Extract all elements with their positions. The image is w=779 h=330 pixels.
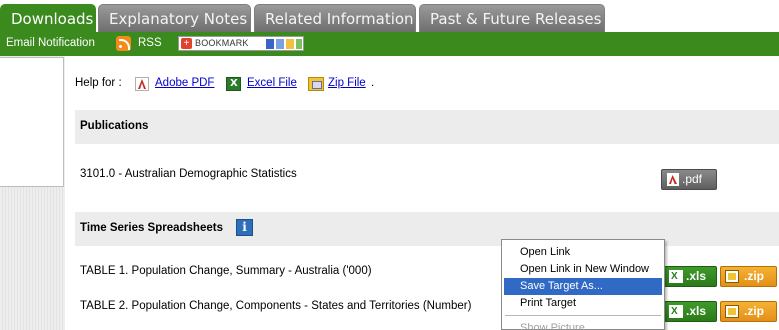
info-icon[interactable]: i (236, 219, 253, 236)
zip-button-label: .zip (744, 269, 764, 283)
xls-download-button-1[interactable]: .xls (664, 266, 717, 287)
menu-item-open-link-new-window[interactable]: Open Link in New Window (504, 261, 662, 278)
bookmark-button[interactable]: + BOOKMARK (178, 36, 304, 51)
tab-downloads[interactable]: Downloads (0, 4, 96, 34)
publication-item: 3101.0 - Australian Demographic Statisti… (80, 168, 297, 180)
menu-separator (505, 315, 661, 316)
time-series-header: Time Series Spreadsheets i (75, 212, 779, 246)
tab-explanatory-notes[interactable]: Explanatory Notes (98, 4, 251, 32)
rss-icon[interactable] (116, 36, 131, 51)
adobe-pdf-link[interactable]: Adobe PDF (155, 77, 214, 89)
sub-toolbar: Email Notification RSS (0, 32, 779, 56)
menu-item-open-link[interactable]: Open Link (504, 244, 662, 261)
tab-past-future-releases[interactable]: Past & Future Releases (419, 4, 605, 32)
zip-download-button-1[interactable]: .zip (720, 266, 777, 287)
table-row-1-text: TABLE 1. Population Change, Summary - Au… (80, 265, 372, 277)
pdf-button-label: .pdf (682, 172, 703, 186)
excel-icon (669, 270, 683, 283)
bookmark-label: BOOKMARK (195, 38, 249, 48)
zip-file-link[interactable]: Zip File (328, 77, 366, 89)
excel-icon[interactable] (226, 77, 241, 91)
context-menu: Open Link Open Link in New Window Save T… (501, 239, 665, 330)
table-row-2-text: TABLE 2. Population Change, Components -… (80, 300, 472, 312)
xls-download-button-2[interactable]: .xls (664, 301, 717, 322)
tab-bar: Downloads Explanatory Notes Related Info… (0, 0, 779, 34)
xls-button-label: .xls (686, 304, 707, 318)
excel-icon (669, 305, 683, 318)
zip-button-label: .zip (744, 304, 764, 318)
publications-header: Publications (75, 110, 779, 144)
left-panel (0, 56, 65, 330)
email-notification-link[interactable]: Email Notification (6, 37, 95, 49)
xls-button-label: .xls (686, 269, 707, 283)
menu-item-show-picture: Show Picture (520, 322, 585, 330)
zip-icon (725, 270, 739, 283)
excel-file-link[interactable]: Excel File (247, 77, 297, 89)
zip-download-button-2[interactable]: .zip (720, 301, 777, 322)
menu-item-save-target-as[interactable]: Save Target As... (504, 278, 662, 295)
plus-icon: + (181, 38, 192, 49)
zip-icon[interactable] (308, 77, 324, 91)
pdf-icon (667, 173, 679, 186)
left-panel-box (0, 57, 64, 187)
pdf-icon[interactable] (135, 77, 149, 91)
time-series-title: Time Series Spreadsheets (80, 222, 223, 234)
rss-link[interactable]: RSS (138, 37, 162, 49)
social-icons (266, 39, 302, 49)
help-label: Help for : (75, 77, 122, 89)
pdf-download-button[interactable]: .pdf (661, 169, 717, 190)
tab-related-information[interactable]: Related Information (254, 4, 416, 32)
menu-item-print-target[interactable]: Print Target (504, 295, 662, 312)
zip-icon (725, 305, 739, 318)
help-suffix: . (371, 77, 375, 89)
publications-title: Publications (80, 120, 149, 132)
